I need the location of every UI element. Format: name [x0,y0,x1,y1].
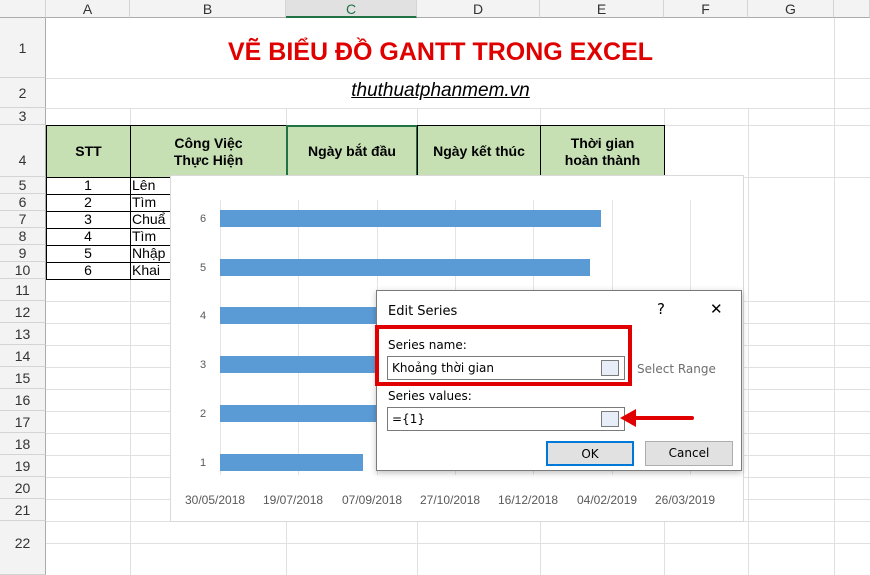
column-header-f[interactable]: F [664,0,748,18]
select-range-text: Select Range [637,362,716,376]
gridline [46,543,870,544]
chart-gridline [298,200,299,475]
series-values-input[interactable]: ={1} [387,407,625,431]
row-header-9[interactable]: 9 [0,245,46,262]
row-header-19[interactable]: 19 [0,455,46,477]
sheet-subtitle-link[interactable]: thuthuatphanmem.vn [47,79,834,108]
column-header-b[interactable]: B [130,0,286,18]
table-border [46,177,171,280]
row-header-3[interactable]: 3 [0,108,46,125]
header-end-date[interactable]: Ngày kết thúc [417,125,541,178]
row-header-12[interactable]: 12 [0,301,46,323]
row-header-5[interactable]: 5 [0,177,46,194]
select-all-corner[interactable] [0,0,46,18]
row-header-2[interactable]: 2 [0,78,46,108]
column-header-d[interactable]: D [417,0,540,18]
x-tick-label: 19/07/2018 [263,493,324,507]
gantt-bar[interactable] [220,210,601,227]
y-tick-label: 4 [200,310,207,322]
chart-gridline [220,200,221,475]
header-task-line1: Công Việc [174,134,243,151]
red-arrow-icon [620,409,694,427]
row-header-7[interactable]: 7 [0,211,46,228]
help-button[interactable]: ? [657,300,665,318]
x-tick-label: 26/03/2019 [655,493,716,507]
row-header-1[interactable]: 1 [0,18,46,78]
gridline [46,108,870,109]
row-header-18[interactable]: 18 [0,433,46,455]
row-header-8[interactable]: 8 [0,228,46,245]
x-tick-label: 16/12/2018 [498,493,559,507]
column-header-e[interactable]: E [540,0,664,18]
collapse-range-icon[interactable] [601,411,619,427]
sheet-title[interactable]: VẼ BIỂU ĐỒ GANTT TRONG EXCEL [47,18,834,78]
row-header-11[interactable]: 11 [0,279,46,301]
cancel-button[interactable]: Cancel [645,441,733,466]
row-header-22[interactable]: 22 [0,521,46,575]
x-tick-label: 07/09/2018 [342,493,403,507]
y-tick-label: 6 [200,213,207,225]
header-duration[interactable]: Thời gian hoàn thành [540,125,665,178]
row-header-10[interactable]: 10 [0,262,46,279]
y-tick-label: 2 [200,408,207,420]
row-header-17[interactable]: 17 [0,411,46,433]
header-duration-line1: Thời gian [570,134,635,151]
y-tick-label: 3 [200,359,207,371]
column-header-c[interactable]: C [286,0,417,18]
x-tick-label: 27/10/2018 [420,493,481,507]
header-duration-line2: hoàn thành [564,151,641,168]
row-header-13[interactable]: 13 [0,323,46,345]
row-header-16[interactable]: 16 [0,389,46,411]
column-header-a[interactable]: A [46,0,130,18]
header-task[interactable]: Công Việc Thực Hiện [130,125,287,178]
column-header-h[interactable] [834,0,870,18]
gantt-bar[interactable] [220,454,363,471]
row-header-4[interactable]: 4 [0,125,46,177]
gridline [834,18,835,575]
y-tick-label: 1 [200,457,207,469]
header-task-line2: Thực Hiện [173,151,244,168]
close-button[interactable]: ✕ [710,300,723,318]
x-tick-label: 04/02/2019 [577,493,638,507]
row-header-15[interactable]: 15 [0,367,46,389]
row-header-6[interactable]: 6 [0,194,46,211]
highlight-box [375,325,632,386]
header-stt[interactable]: STT [46,125,131,178]
ok-button[interactable]: OK [546,441,634,466]
x-tick-label: 30/05/2018 [185,493,246,507]
row-header-20[interactable]: 20 [0,477,46,499]
column-header-g[interactable]: G [748,0,834,18]
row-header-14[interactable]: 14 [0,345,46,367]
header-start-date[interactable]: Ngày bắt đầu [286,125,418,178]
row-header-21[interactable]: 21 [0,499,46,521]
gantt-bar[interactable] [220,259,590,276]
y-tick-label: 5 [200,262,207,274]
dialog-title: Edit Series [388,304,458,319]
series-values-label: Series values: [388,389,472,403]
